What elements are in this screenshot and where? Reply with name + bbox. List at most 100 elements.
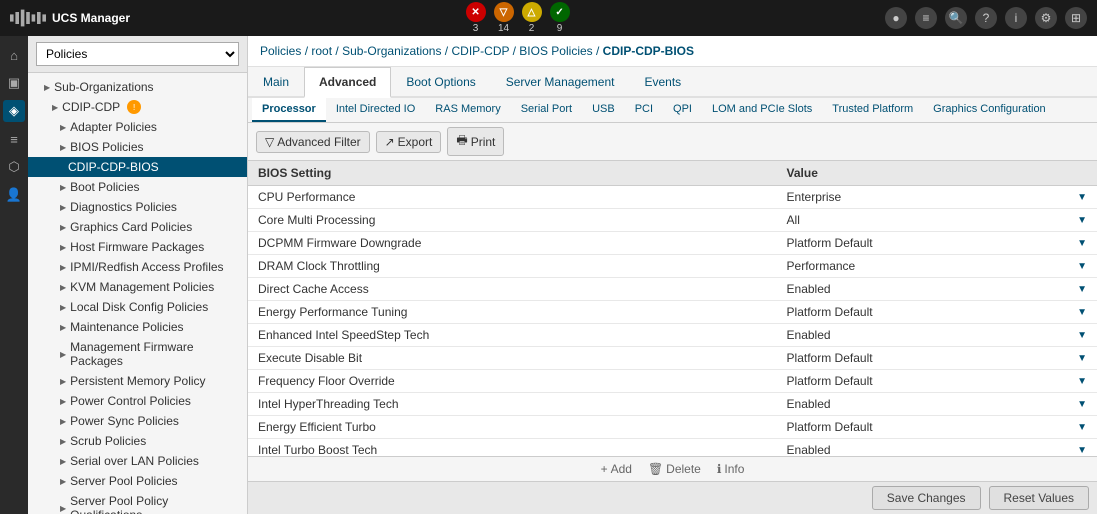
value-cell[interactable]: Platform Default ▼ — [777, 301, 1097, 324]
menu-icon[interactable]: ≡ — [915, 7, 937, 29]
main-tab-advanced[interactable]: Advanced — [304, 67, 391, 98]
sidebar-item-15[interactable]: ▶Power Control Policies — [28, 391, 247, 411]
info-icon[interactable]: i — [1005, 7, 1027, 29]
value-cell[interactable]: All ▼ — [777, 209, 1097, 232]
value-cell[interactable]: Platform Default ▼ — [777, 370, 1097, 393]
table-row[interactable]: Core Multi Processing All ▼ — [248, 209, 1097, 232]
badge-error[interactable]: ✕ 3 — [466, 2, 486, 34]
dropdown-arrow-icon[interactable]: ▼ — [1077, 192, 1087, 203]
nav-server[interactable]: ▣ — [3, 72, 25, 94]
sidebar-item-6[interactable]: ▶Diagnostics Policies — [28, 197, 247, 217]
table-row[interactable]: Energy Efficient Turbo Platform Default … — [248, 416, 1097, 439]
sidebar-item-10[interactable]: ▶KVM Management Policies — [28, 277, 247, 297]
bottom-btn-info[interactable]: ℹInfo — [717, 462, 745, 476]
sidebar-item-8[interactable]: ▶Host Firmware Packages — [28, 237, 247, 257]
toolbar-btn-print[interactable]: 🖶Print — [447, 127, 504, 156]
main-tab-boot-options[interactable]: Boot Options — [391, 67, 490, 96]
sub-tab-usb[interactable]: USB — [582, 98, 625, 122]
main-tab-server-management[interactable]: Server Management — [491, 67, 630, 96]
value-cell[interactable]: Enterprise ▼ — [777, 186, 1097, 209]
save-btn-reset-values[interactable]: Reset Values — [989, 486, 1089, 510]
value-cell[interactable]: Enabled ▼ — [777, 393, 1097, 416]
table-row[interactable]: CPU Performance Enterprise ▼ — [248, 186, 1097, 209]
sub-tab-serial-port[interactable]: Serial Port — [511, 98, 582, 122]
nav-storage[interactable]: ≡ — [3, 128, 25, 150]
sidebar-item-7[interactable]: ▶Graphics Card Policies — [28, 217, 247, 237]
dropdown-arrow-icon[interactable]: ▼ — [1077, 445, 1087, 456]
dropdown-arrow-icon[interactable]: ▼ — [1077, 399, 1087, 410]
sub-tab-graphics-configuration[interactable]: Graphics Configuration — [923, 98, 1056, 122]
table-row[interactable]: DRAM Clock Throttling Performance ▼ — [248, 255, 1097, 278]
sidebar-item-20[interactable]: ▶Server Pool Policy Qualifications — [28, 491, 247, 514]
sidebar-item-19[interactable]: ▶Server Pool Policies — [28, 471, 247, 491]
sidebar-item-9[interactable]: ▶IPMI/Redfish Access Profiles — [28, 257, 247, 277]
sidebar-item-13[interactable]: ▶Management Firmware Packages — [28, 337, 247, 371]
bottom-btn-add[interactable]: +Add — [601, 462, 632, 476]
table-row[interactable]: Direct Cache Access Enabled ▼ — [248, 278, 1097, 301]
sub-tab-processor[interactable]: Processor — [252, 98, 326, 122]
value-cell[interactable]: Enabled ▼ — [777, 278, 1097, 301]
dropdown-arrow-icon[interactable]: ▼ — [1077, 422, 1087, 433]
sidebar-item-11[interactable]: ▶Local Disk Config Policies — [28, 297, 247, 317]
user-icon[interactable]: ● — [885, 7, 907, 29]
sidebar-item-16[interactable]: ▶Power Sync Policies — [28, 411, 247, 431]
value-cell[interactable]: Enabled ▼ — [777, 439, 1097, 457]
toolbar-btn-advanced-filter[interactable]: ▽Advanced Filter — [256, 131, 370, 153]
main-tab-main[interactable]: Main — [248, 67, 304, 96]
sidebar-item-12[interactable]: ▶Maintenance Policies — [28, 317, 247, 337]
sub-tab-ras-memory[interactable]: RAS Memory — [425, 98, 510, 122]
table-row[interactable]: Enhanced Intel SpeedStep Tech Enabled ▼ — [248, 324, 1097, 347]
settings-icon[interactable]: ⚙ — [1035, 7, 1057, 29]
value-cell[interactable]: Enabled ▼ — [777, 324, 1097, 347]
dropdown-arrow-icon[interactable]: ▼ — [1077, 238, 1087, 249]
main-tab-events[interactable]: Events — [629, 67, 696, 96]
sub-tab-qpi[interactable]: QPI — [663, 98, 702, 122]
toolbar-btn-export[interactable]: ↗Export — [376, 131, 442, 153]
sidebar-item-4[interactable]: CDIP-CDP-BIOS — [28, 157, 247, 177]
sub-tab-trusted-platform[interactable]: Trusted Platform — [822, 98, 923, 122]
dropdown-arrow-icon[interactable]: ▼ — [1077, 353, 1087, 364]
dropdown-arrow-icon[interactable]: ▼ — [1077, 284, 1087, 295]
sidebar-dropdown[interactable]: Policies — [36, 42, 239, 66]
sidebar-item-0[interactable]: ▶Sub-Organizations — [28, 77, 247, 97]
nav-lan[interactable]: ◈ — [3, 100, 25, 122]
breadcrumb-link-0[interactable]: Policies — [260, 44, 301, 58]
dropdown-arrow-icon[interactable]: ▼ — [1077, 261, 1087, 272]
dropdown-arrow-icon[interactable]: ▼ — [1077, 307, 1087, 318]
sidebar-item-5[interactable]: ▶Boot Policies — [28, 177, 247, 197]
sub-tab-intel-directed-io[interactable]: Intel Directed IO — [326, 98, 425, 122]
grid-icon[interactable]: ⊞ — [1065, 7, 1087, 29]
table-row[interactable]: Intel Turbo Boost Tech Enabled ▼ — [248, 439, 1097, 457]
sidebar-item-14[interactable]: ▶Persistent Memory Policy — [28, 371, 247, 391]
nav-vm[interactable]: ⬡ — [3, 156, 25, 178]
sidebar-item-17[interactable]: ▶Scrub Policies — [28, 431, 247, 451]
dropdown-arrow-icon[interactable]: ▼ — [1077, 330, 1087, 341]
sidebar-item-2[interactable]: ▶Adapter Policies — [28, 117, 247, 137]
sidebar-item-1[interactable]: ▶CDIP-CDP! — [28, 97, 247, 117]
nav-home[interactable]: ⌂ — [3, 44, 25, 66]
breadcrumb-link-1[interactable]: root — [311, 44, 332, 58]
value-cell[interactable]: Platform Default ▼ — [777, 232, 1097, 255]
sidebar-item-18[interactable]: ▶Serial over LAN Policies — [28, 451, 247, 471]
dropdown-arrow-icon[interactable]: ▼ — [1077, 376, 1087, 387]
value-cell[interactable]: Performance ▼ — [777, 255, 1097, 278]
sidebar-item-3[interactable]: ▶BIOS Policies — [28, 137, 247, 157]
help-icon[interactable]: ? — [975, 7, 997, 29]
bottom-btn-delete[interactable]: 🗑Delete — [648, 462, 701, 476]
dropdown-arrow-icon[interactable]: ▼ — [1077, 215, 1087, 226]
table-row[interactable]: DCPMM Firmware Downgrade Platform Defaul… — [248, 232, 1097, 255]
save-btn-save-changes[interactable]: Save Changes — [872, 486, 981, 510]
table-row[interactable]: Intel HyperThreading Tech Enabled ▼ — [248, 393, 1097, 416]
search-icon[interactable]: 🔍 — [945, 7, 967, 29]
nav-admin[interactable]: 👤 — [3, 184, 25, 206]
badge-caution[interactable]: △ 2 — [522, 2, 542, 34]
badge-warning[interactable]: ▽ 14 — [494, 2, 514, 34]
value-cell[interactable]: Platform Default ▼ — [777, 347, 1097, 370]
table-row[interactable]: Energy Performance Tuning Platform Defau… — [248, 301, 1097, 324]
sub-tab-lom-and-pcie-slots[interactable]: LOM and PCIe Slots — [702, 98, 822, 122]
value-cell[interactable]: Platform Default ▼ — [777, 416, 1097, 439]
breadcrumb-link-2[interactable]: Sub-Organizations — [342, 44, 441, 58]
table-row[interactable]: Frequency Floor Override Platform Defaul… — [248, 370, 1097, 393]
breadcrumb-link-3[interactable]: CDIP-CDP — [451, 44, 509, 58]
breadcrumb-link-4[interactable]: BIOS Policies — [519, 44, 592, 58]
